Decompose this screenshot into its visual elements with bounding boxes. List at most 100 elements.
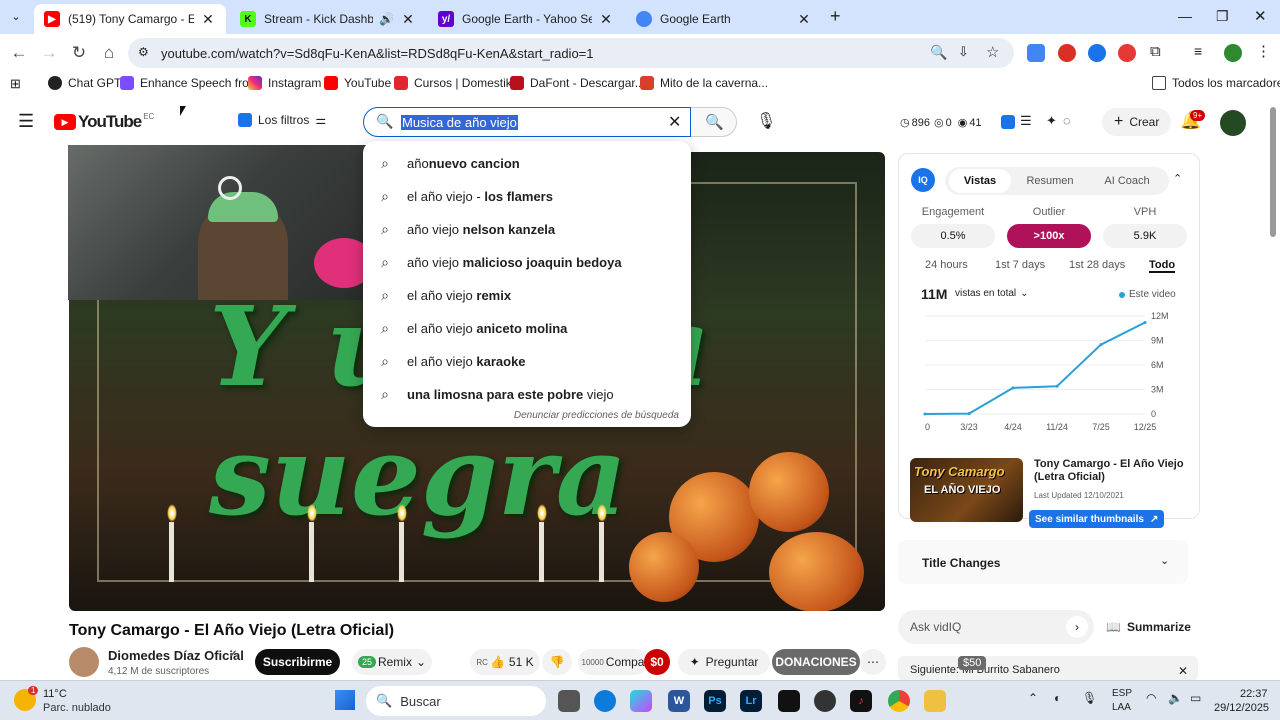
close-icon[interactable]: ✕ — [598, 11, 614, 28]
word-icon[interactable]: W — [668, 690, 690, 712]
ask-vidiq-input[interactable]: Ask vidIQ › — [898, 610, 1094, 644]
clock-time[interactable]: 22:37 — [1240, 688, 1268, 700]
tab-search-icon[interactable]: ⌄ — [8, 10, 24, 26]
maximize-button[interactable]: ❐ — [1216, 8, 1229, 25]
bookmark-chatgpt[interactable]: Chat GPT — [48, 76, 121, 90]
microphone-icon[interactable]: 🎙 — [1082, 691, 1097, 705]
obs-icon[interactable] — [814, 690, 836, 712]
close-icon[interactable]: ✕ — [796, 11, 812, 28]
bookmark-star-icon[interactable]: ☆ — [986, 43, 999, 61]
copilot-icon[interactable] — [630, 690, 652, 712]
suggestion-item[interactable]: ⌕ año viejo malicioso joaquin bedoya — [363, 246, 691, 279]
range-7d[interactable]: 1st 7 days — [995, 259, 1045, 271]
window-close-button[interactable]: ✕ — [1254, 7, 1267, 25]
media-control-icon[interactable]: ≡ — [1194, 43, 1202, 59]
photoshop-icon[interactable]: Ps — [704, 690, 726, 712]
tray-app-icon[interactable]: ◐ — [1054, 691, 1061, 705]
suggestion-item[interactable]: ⌕ añonuevo cancion — [363, 147, 691, 180]
language-code-1[interactable]: ESP — [1112, 688, 1132, 699]
back-button[interactable]: ← — [8, 42, 30, 64]
dislike-button[interactable]: 👎 — [542, 649, 572, 675]
voice-search-icon[interactable]: 🎙 — [756, 111, 776, 131]
youtube-logo[interactable]: ▶ YouTube EC — [54, 112, 154, 132]
bookmark-enhance-speech[interactable]: Enhance Speech fro... — [120, 76, 259, 90]
task-view-icon[interactable] — [558, 690, 580, 712]
forward-button[interactable]: → — [38, 42, 60, 64]
close-icon[interactable]: ✕ — [1178, 664, 1188, 678]
vidiq-icon[interactable] — [1001, 115, 1015, 129]
tab-ai-coach[interactable]: AI Coach — [1091, 168, 1163, 194]
more-actions-button[interactable]: ⋯ — [860, 649, 886, 675]
send-icon[interactable]: › — [1066, 616, 1088, 638]
hamburger-menu-icon[interactable]: ☰ — [18, 111, 34, 132]
install-icon[interactable]: ⇩ — [958, 44, 969, 60]
tab-youtube[interactable]: ▶ (519) Tony Camargo - El Año V ✕ — [34, 4, 226, 34]
translate-extension-icon[interactable] — [1027, 44, 1045, 62]
pin-icon[interactable]: ✦ — [1046, 113, 1057, 129]
close-icon[interactable]: ✕ — [200, 11, 216, 28]
file-explorer-icon[interactable] — [924, 690, 946, 712]
address-bar[interactable]: ⚙ youtube.com/watch?v=Sd8qFu-KenA&list=R… — [128, 38, 1014, 68]
reload-button[interactable]: ↻ — [68, 42, 90, 64]
profile-avatar[interactable] — [1224, 44, 1242, 62]
range-28d[interactable]: 1st 28 days — [1069, 259, 1125, 271]
volume-icon[interactable]: 🔈 — [1168, 691, 1183, 705]
next-up-bar[interactable]: Siguiente: Mi Burrito Sabanero $50 ✕ — [898, 656, 1198, 680]
home-button[interactable]: ⌂ — [98, 42, 120, 64]
adblock-extension-icon[interactable] — [1058, 44, 1076, 62]
share-button[interactable]: 10000 Compa — [578, 649, 648, 675]
bookmark-dafont[interactable]: DaFont - Descargar... — [510, 76, 645, 90]
new-tab-button[interactable]: + — [830, 6, 841, 27]
battery-icon[interactable]: ▭ — [1190, 691, 1201, 705]
suggestion-item[interactable]: ⌕ el año viejo aniceto molina — [363, 312, 691, 345]
suggestion-item[interactable]: ⌕ el año viejo remix — [363, 279, 691, 312]
list-icon[interactable]: ☰ — [1020, 113, 1032, 129]
edge-icon[interactable] — [594, 690, 616, 712]
capcut-icon[interactable] — [778, 690, 800, 712]
donations-banner[interactable]: DONACIONES — [772, 649, 860, 675]
similar-thumbnails-button[interactable]: See similar thumbnails ↗ — [1029, 510, 1165, 528]
range-all[interactable]: Todo — [1149, 259, 1176, 273]
suggestion-item[interactable]: ⌕ el año viejo - los flamers — [363, 180, 691, 213]
filters-button[interactable]: Los filtros ⚌ — [238, 113, 326, 127]
range-24h[interactable]: 24 hours — [925, 259, 968, 271]
tab-google-earth[interactable]: Google Earth ✕ — [626, 4, 822, 34]
minimize-button[interactable]: — — [1178, 8, 1192, 24]
views-select[interactable]: vistas en total ⌄ — [955, 288, 1029, 299]
lightroom-icon[interactable]: Lr — [740, 690, 762, 712]
bookmark-youtube[interactable]: YouTube — [324, 76, 391, 90]
suggestion-item[interactable]: ⌕ el año viejo karaoke — [363, 345, 691, 378]
search-input[interactable]: Musica de año viejo — [401, 115, 518, 130]
bookmark-domestika[interactable]: Cursos | Domestika — [394, 76, 518, 90]
chat-icon[interactable]: ◌ — [1063, 113, 1071, 128]
suggestion-item[interactable]: ⌕ año viejo nelson kanzela — [363, 213, 691, 246]
apps-grid-icon[interactable]: ⊞ — [10, 76, 21, 92]
menu-icon[interactable]: ⋮ — [1256, 42, 1271, 60]
ask-button[interactable]: ✦ Preguntar — [678, 649, 770, 675]
thumbnail-preview[interactable]: Tony Camargo EL AÑO VIEJO — [910, 458, 1023, 522]
channel-name[interactable]: Diomedes Díaz Oficial — [108, 648, 244, 663]
clock-date[interactable]: 29/12/2025 — [1214, 702, 1269, 714]
tiktok-icon[interactable]: ♪ — [850, 690, 872, 712]
all-bookmarks-folder[interactable]: Todos los marcadores — [1152, 76, 1280, 90]
account-avatar[interactable] — [1220, 110, 1246, 136]
speaker-icon[interactable]: 🔊 — [379, 12, 394, 26]
search-box[interactable]: 🔍 Musica de año viejo ✕ — [363, 107, 691, 137]
taskbar-search[interactable]: 🔍 Buscar — [366, 686, 546, 716]
summarize-button[interactable]: 📖 Summarize — [1106, 620, 1191, 634]
tab-kick[interactable]: K Stream - Kick Dashboard 🔊 ✕ — [230, 4, 426, 34]
tray-overflow-icon[interactable]: ⌃ — [1028, 691, 1038, 705]
extensions-icon[interactable]: ⧉ — [1150, 43, 1161, 60]
chevron-up-icon[interactable]: ⌃ — [1173, 172, 1182, 185]
windows-start-icon[interactable] — [335, 690, 355, 710]
bookmark-mito-caverna[interactable]: Mito de la caverna... — [640, 76, 768, 90]
tab-vistas[interactable]: Vistas — [949, 169, 1011, 193]
like-button[interactable]: RC 👍 51 K — [470, 649, 540, 675]
tab-yahoo[interactable]: y/ Google Earth - Yahoo Search R ✕ — [428, 4, 624, 34]
zoom-icon[interactable]: 🔍 — [930, 44, 947, 61]
record-extension-icon[interactable] — [1118, 44, 1136, 62]
clear-search-icon[interactable]: ✕ — [668, 112, 681, 132]
subscribe-button[interactable]: Suscribirme — [255, 649, 340, 675]
vidiq-extension-icon[interactable] — [1088, 44, 1106, 62]
bookmark-instagram[interactable]: Instagram — [248, 76, 321, 90]
